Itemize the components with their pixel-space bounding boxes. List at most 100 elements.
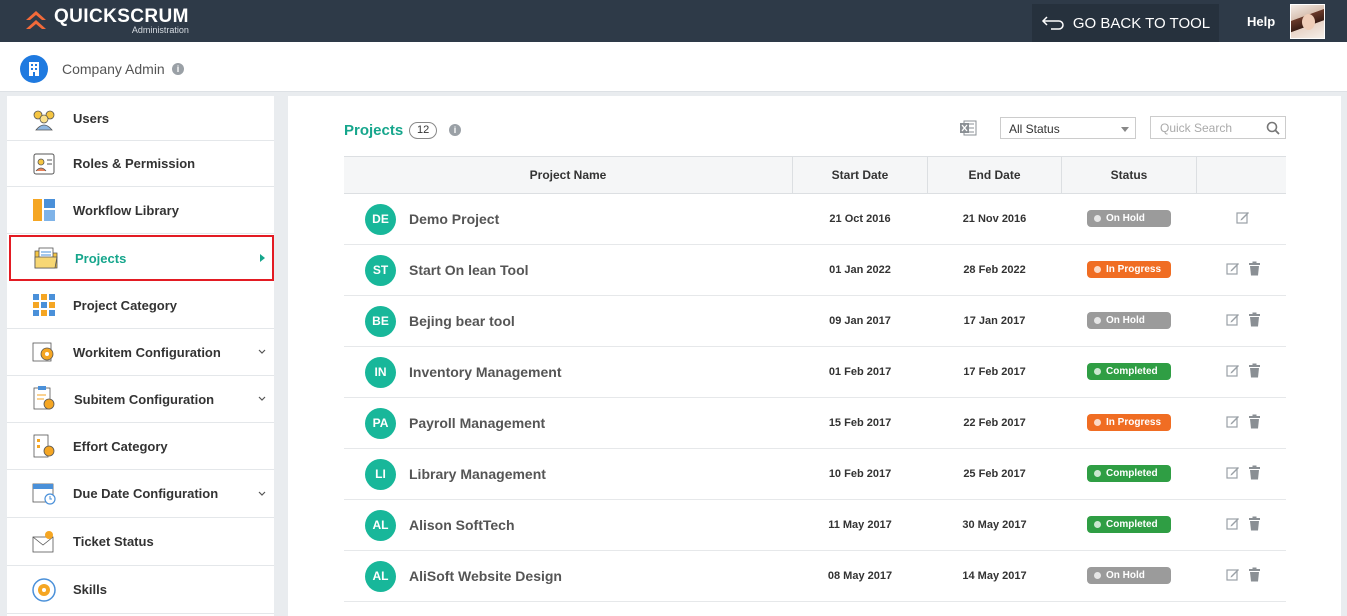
logo-name: QUICKSCRUM [54, 6, 189, 27]
subitem-icon [33, 386, 55, 410]
users-icon [33, 110, 55, 131]
edit-icon[interactable] [1226, 516, 1240, 530]
sidebar-item-label: Projects [75, 250, 127, 266]
edit-icon[interactable] [1226, 567, 1240, 581]
sidebar-item-workitem-configuration[interactable]: Workitem Configuration [7, 329, 274, 376]
sidebar-item-label: Users [73, 110, 110, 126]
caret-down-icon [1121, 127, 1129, 132]
status-badge: In Progress [1087, 261, 1171, 278]
delete-icon[interactable] [1248, 567, 1261, 582]
project-initials-avatar: IN [365, 357, 396, 388]
sidebar-item-label: Workitem Configuration [73, 344, 221, 360]
column-header-end-date[interactable]: End Date [928, 157, 1062, 193]
sidebar-item-due-date-configuration[interactable]: Due Date Configuration [7, 470, 274, 518]
start-date: 08 May 2017 [827, 570, 893, 582]
status-filter-value: All Status [1009, 122, 1060, 136]
sidebar-item-effort-category[interactable]: Effort Category [7, 423, 274, 470]
delete-icon[interactable] [1248, 363, 1261, 378]
page-title: Projects [344, 122, 404, 139]
search-icon[interactable] [1266, 121, 1280, 135]
end-date: 17 Feb 2017 [963, 366, 1026, 378]
project-initials-avatar: AL [365, 561, 396, 592]
sidebar: Users Roles & Permission Workflow Librar… [7, 96, 274, 616]
table-row[interactable]: AL AliSoft Website Design 08 May 2017 14 Ma… [344, 551, 1286, 602]
sidebar-item-roles[interactable]: Roles & Permission [7, 141, 274, 187]
project-initials-avatar: LI [365, 459, 396, 490]
caret-right-icon [260, 254, 265, 262]
table-row[interactable]: IN Inventory Management 01 Feb 2017 17 Feb … [344, 347, 1286, 398]
chevron-down-icon[interactable] [258, 395, 266, 403]
sidebar-item-label: Effort Category [73, 438, 168, 454]
chevron-down-icon[interactable] [258, 348, 266, 356]
table-header: Project Name Start Date End Date Status [344, 156, 1286, 194]
delete-icon[interactable] [1248, 465, 1261, 480]
delete-icon[interactable] [1248, 261, 1261, 276]
project-name[interactable]: Demo Project [409, 211, 499, 227]
table-row[interactable]: ST Start On lean Tool 01 Jan 2022 28 Feb 20… [344, 245, 1286, 296]
status-badge: Completed [1087, 465, 1171, 482]
quick-search-input[interactable]: Quick Search [1150, 116, 1286, 139]
column-header-project-name[interactable]: Project Name [344, 157, 793, 193]
go-back-to-tool-button[interactable]: GO BACK TO TOOL [1032, 4, 1219, 42]
chevron-down-icon[interactable] [258, 490, 266, 498]
delete-icon[interactable] [1248, 516, 1261, 531]
sidebar-item-label: Skills [73, 582, 107, 597]
info-icon[interactable]: i [172, 63, 184, 75]
logo[interactable]: QUICKSCRUM Administration [24, 7, 189, 37]
edit-icon[interactable] [1236, 210, 1250, 224]
end-date: 25 Feb 2017 [963, 468, 1026, 480]
table-row[interactable]: PA Payroll Management 15 Feb 2017 22 Feb 20… [344, 398, 1286, 449]
table-row[interactable]: LI Library Management 10 Feb 2017 25 Feb 20… [344, 449, 1286, 500]
sidebar-item-label: Workflow Library [73, 202, 179, 218]
sidebar-item-project-category[interactable]: Project Category [7, 282, 274, 329]
status-filter-select[interactable]: All Status [1000, 117, 1136, 139]
sidebar-item-label: Roles & Permission [73, 156, 196, 171]
table-row[interactable]: AL Alison SoftTech 11 May 2017 30 May 2017 C… [344, 500, 1286, 551]
sidebar-item-label: Subitem Configuration [74, 391, 215, 407]
end-date: 28 Feb 2022 [963, 264, 1026, 276]
edit-icon[interactable] [1226, 312, 1240, 326]
help-link[interactable]: Help [1247, 14, 1275, 29]
sidebar-item-label: Project Category [73, 297, 178, 313]
project-name[interactable]: Start On lean Tool [409, 262, 529, 278]
project-name[interactable]: Payroll Management [409, 415, 545, 431]
table-row[interactable]: BE Bejing bear tool 09 Jan 2017 17 Jan 2017… [344, 296, 1286, 347]
sidebar-item-ticket-status[interactable]: Ticket Status [7, 518, 274, 566]
start-date: 21 Oct 2016 [829, 213, 891, 225]
skills-icon [32, 578, 56, 602]
sidebar-item-projects[interactable]: Projects [9, 235, 274, 281]
sidebar-item-users[interactable]: Users [7, 96, 274, 141]
sub-header: Company Admin i [0, 42, 1347, 92]
sidebar-item-workflow-library[interactable]: Workflow Library [7, 187, 274, 234]
start-date: 15 Feb 2017 [828, 417, 892, 429]
sidebar-item-skills[interactable]: Skills [7, 566, 274, 614]
go-back-label: GO BACK TO TOOL [1072, 14, 1211, 32]
edit-icon[interactable] [1226, 261, 1240, 275]
edit-icon[interactable] [1226, 363, 1240, 377]
avatar[interactable] [1290, 4, 1325, 39]
column-header-status[interactable]: Status [1062, 157, 1197, 193]
info-icon[interactable]: i [449, 124, 461, 136]
sidebar-item-subitem-configuration[interactable]: Subitem Configuration [7, 376, 274, 423]
main-panel: Projects 12 i All Status Quick Search Pr… [288, 96, 1341, 616]
top-bar: QUICKSCRUM Administration GO BACK TO TOO… [0, 0, 1347, 42]
table-row[interactable]: DE Demo Project 21 Oct 2016 21 Nov 2016 On H… [344, 194, 1286, 245]
project-initials-avatar: BE [365, 306, 396, 337]
project-name[interactable]: Inventory Management [409, 364, 561, 380]
project-name[interactable]: Library Management [409, 466, 546, 482]
sidebar-item-label: Ticket Status [73, 534, 154, 549]
sidebar-item-label: Due Date Configuration [73, 486, 219, 501]
project-name[interactable]: AliSoft Website Design [409, 568, 562, 584]
end-date: 22 Feb 2017 [963, 417, 1026, 429]
delete-icon[interactable] [1248, 414, 1261, 429]
edit-icon[interactable] [1226, 465, 1240, 479]
excel-export-icon[interactable] [959, 119, 977, 137]
column-header-start-date[interactable]: Start Date [793, 157, 928, 193]
project-name[interactable]: Bejing bear tool [409, 313, 515, 329]
edit-icon[interactable] [1226, 414, 1240, 428]
workflow-icon [33, 199, 55, 221]
projects-icon [34, 247, 58, 269]
delete-icon[interactable] [1248, 312, 1261, 327]
project-name[interactable]: Alison SoftTech [409, 517, 515, 533]
end-date: 17 Jan 2017 [963, 315, 1026, 327]
